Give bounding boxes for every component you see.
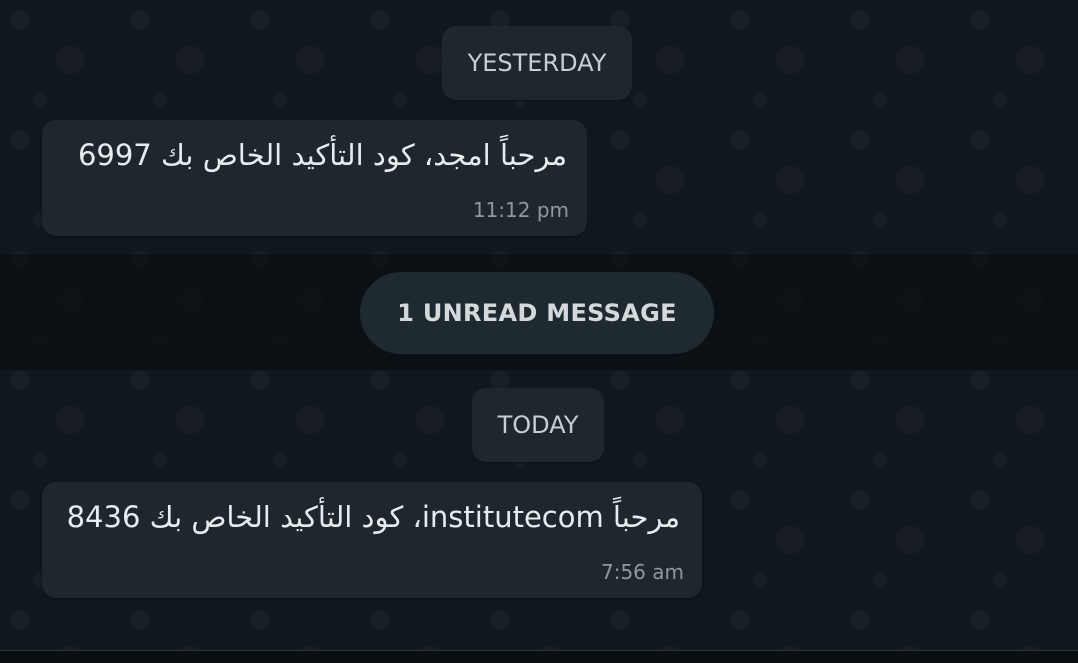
date-label: TODAY [497, 411, 579, 439]
message-timestamp: 11:12 pm [472, 198, 569, 222]
date-separator-yesterday: YESTERDAY [442, 26, 632, 100]
message-timestamp: 7:56 am [600, 560, 684, 584]
unread-label: 1 UNREAD MESSAGE [397, 299, 677, 327]
date-separator-today: TODAY [472, 388, 604, 462]
message-bubble[interactable]: مرحباً institutecom، كود التأكيد الخاص ب… [42, 482, 702, 598]
unread-message-indicator: 1 UNREAD MESSAGE [360, 272, 714, 354]
composer-edge [0, 650, 1078, 663]
date-label: YESTERDAY [467, 49, 607, 77]
message-bubble[interactable]: مرحباً امجد، كود التأكيد الخاص بك 6997 1… [42, 120, 587, 236]
message-text: مرحباً امجد، كود التأكيد الخاص بك 6997 [77, 138, 567, 172]
message-text: مرحباً institutecom، كود التأكيد الخاص ب… [66, 500, 680, 534]
